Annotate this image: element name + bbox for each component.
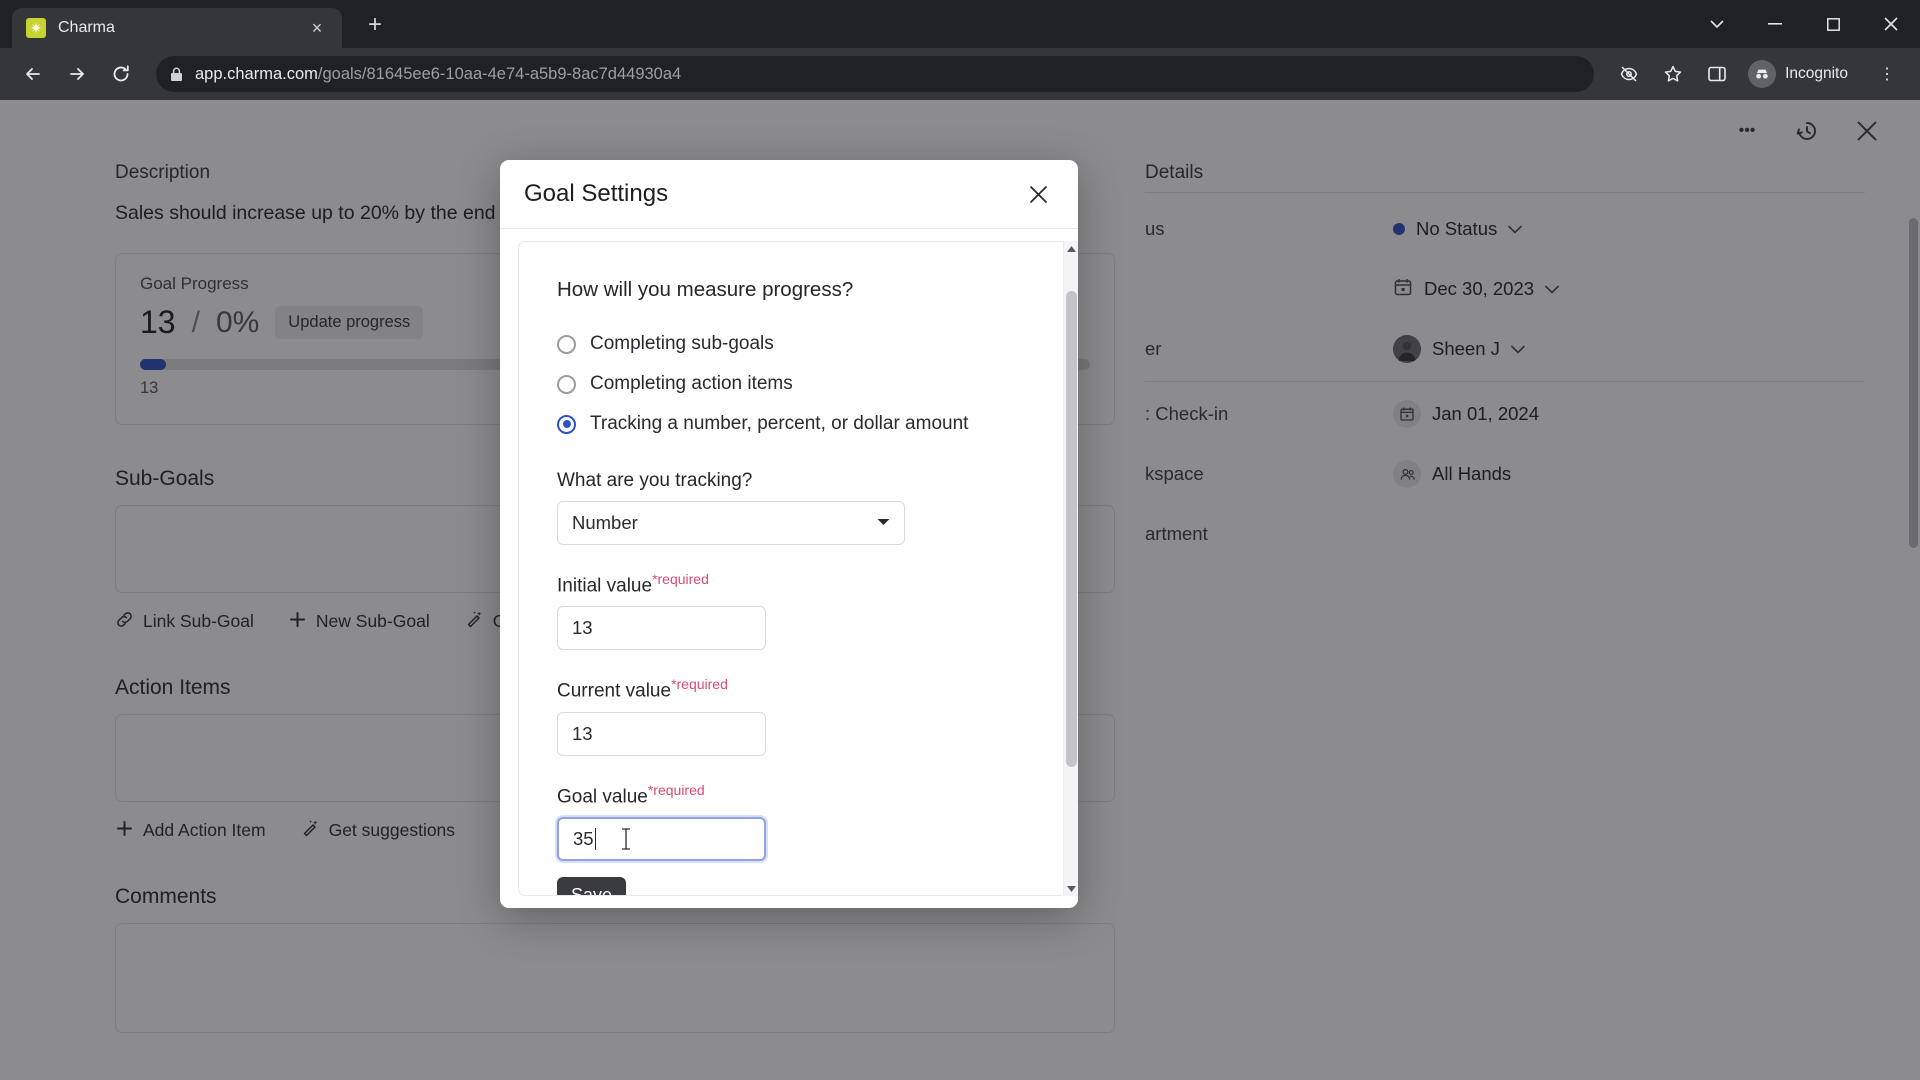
window-controls xyxy=(1688,0,1920,48)
tab-strip: ✷ Charma × + xyxy=(0,0,1920,48)
minimize-icon[interactable] xyxy=(1746,0,1804,48)
radio-icon[interactable] xyxy=(557,334,576,354)
initial-value-label-text: Initial value xyxy=(557,575,653,597)
text-caret xyxy=(594,827,597,850)
initial-value-label: Initial value*required xyxy=(557,571,1029,597)
modal-header: Goal Settings xyxy=(500,160,1078,229)
goal-value-label-text: Goal value xyxy=(557,785,648,807)
incognito-label: Incognito xyxy=(1785,65,1848,82)
url-domain: app.charma.com xyxy=(195,64,318,83)
lock-icon xyxy=(170,67,183,82)
incognito-profile-button[interactable]: Incognito xyxy=(1742,56,1862,92)
browser-tab[interactable]: ✷ Charma × xyxy=(12,8,342,48)
url-bar[interactable]: app.charma.com/goals/81645ee6-10aa-4e74-… xyxy=(156,56,1595,92)
radio-option-sub-goals[interactable]: Completing sub-goals xyxy=(557,324,1029,364)
required-marker: *required xyxy=(647,781,705,798)
radio-label: Completing sub-goals xyxy=(590,333,774,354)
chevron-down-icon xyxy=(877,517,890,529)
new-tab-button[interactable]: + xyxy=(360,10,390,40)
charma-logo-icon: ✷ xyxy=(26,18,46,38)
tab-title: Charma xyxy=(58,19,115,36)
scroll-down-icon[interactable] xyxy=(1064,881,1078,896)
modal-scrollbar[interactable] xyxy=(1063,241,1078,896)
bookmark-star-icon[interactable] xyxy=(1654,55,1692,93)
required-marker: *required xyxy=(671,676,728,693)
tracking-type-select[interactable]: Number xyxy=(557,501,905,545)
goal-value-label: Goal value*required xyxy=(557,782,1029,808)
current-value-label-text: Current value xyxy=(557,680,672,702)
reload-icon[interactable] xyxy=(102,55,140,93)
measure-progress-form: How will you measure progress? Completin… xyxy=(518,241,1068,896)
tab-close-icon[interactable]: × xyxy=(306,17,328,39)
tab-search-icon[interactable] xyxy=(1688,0,1746,48)
radio-option-tracking-number[interactable]: Tracking a number, percent, or dollar am… xyxy=(557,404,1029,444)
current-value-text: 13 xyxy=(572,722,593,744)
tracking-type-value: Number xyxy=(572,512,638,533)
modal-scrollbar-thumb[interactable] xyxy=(1066,291,1077,767)
initial-value-input[interactable]: 13 xyxy=(557,606,766,651)
tracking-type-label: What are you tracking? xyxy=(557,470,753,491)
radio-option-action-items[interactable]: Completing action items xyxy=(557,364,1029,404)
radio-label: Completing action items xyxy=(590,373,793,394)
page-viewport: ••• Description Sales should increase up… xyxy=(0,100,1920,1080)
browser-window: ✷ Charma × + app.charma.com/goals/81645e… xyxy=(0,0,1920,1080)
url-text: app.charma.com/goals/81645ee6-10aa-4e74-… xyxy=(195,65,681,84)
scroll-up-icon[interactable] xyxy=(1064,241,1078,256)
save-button[interactable]: Save xyxy=(557,876,627,895)
modal-body: How will you measure progress? Completin… xyxy=(500,229,1078,908)
window-close-icon[interactable] xyxy=(1862,0,1920,48)
side-panel-icon[interactable] xyxy=(1698,55,1736,93)
url-path: /goals/81645ee6-10aa-4e74-a5b9-8ac7d4493… xyxy=(317,64,682,83)
modal-title: Goal Settings xyxy=(524,180,669,207)
required-marker: *required xyxy=(652,571,709,587)
radio-label: Tracking a number, percent, or dollar am… xyxy=(590,413,969,434)
mouse-text-cursor xyxy=(621,828,631,856)
current-value-input[interactable]: 13 xyxy=(557,711,766,756)
goal-settings-modal: Goal Settings How will you measure progr… xyxy=(500,160,1078,908)
back-icon[interactable] xyxy=(14,55,52,93)
goal-value-text: 35 xyxy=(573,827,594,849)
initial-value-text: 13 xyxy=(572,617,593,639)
forward-icon[interactable] xyxy=(58,55,96,93)
goal-value-input[interactable]: 35 xyxy=(557,816,766,861)
current-value-label: Current value*required xyxy=(557,676,1029,702)
maximize-icon[interactable] xyxy=(1804,0,1862,48)
radio-icon[interactable] xyxy=(557,374,576,394)
radio-icon-selected[interactable] xyxy=(557,414,576,434)
omnibox-actions: Incognito ⋮ xyxy=(1610,55,1906,93)
omnibox-bar: app.charma.com/goals/81645ee6-10aa-4e74-… xyxy=(0,48,1920,100)
measure-question: How will you measure progress? xyxy=(557,278,854,301)
incognito-avatar-icon xyxy=(1748,60,1777,88)
close-icon[interactable] xyxy=(1022,178,1054,210)
third-party-cookie-blocked-icon[interactable] xyxy=(1610,55,1648,93)
browser-menu-icon[interactable]: ⋮ xyxy=(1868,55,1906,93)
